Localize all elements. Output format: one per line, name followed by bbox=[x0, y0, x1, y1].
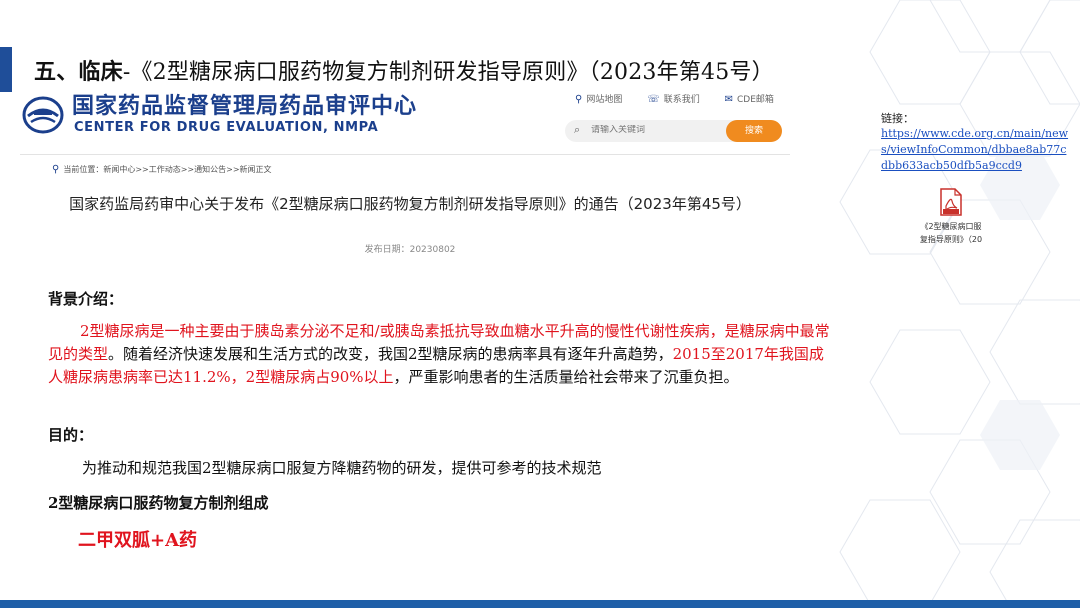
notice-title: 国家药监局药审中心关于发布《2型糖尿病口服药物复方制剂研发指导原则》的通告（20… bbox=[69, 195, 751, 213]
title-accent-bar bbox=[0, 47, 12, 92]
location-pin-icon: ⚲ bbox=[575, 94, 583, 105]
background-heading: 背景介绍： bbox=[48, 290, 124, 308]
search-box: ⌕ bbox=[565, 120, 751, 142]
sitemap-link[interactable]: ⚲ 网站地图 bbox=[575, 94, 622, 105]
search-button[interactable]: 搜索 bbox=[726, 120, 782, 142]
site-divider bbox=[20, 154, 790, 155]
search-input[interactable] bbox=[591, 125, 741, 135]
site-header: 国家药品监督管理局药品审评中心 CENTER FOR DRUG EVALUATI… bbox=[20, 86, 790, 146]
slide-title: 五、临床-《2型糖尿病口服药物复方制剂研发指导原则》（2023年第45号） bbox=[34, 54, 774, 86]
org-name-en: CENTER FOR DRUG EVALUATION, NMPA bbox=[74, 120, 379, 135]
background-paragraph: 2型糖尿病是一种主要由于胰岛素分泌不足和/或胰岛素抵抗导致血糖水平升高的慢性代谢… bbox=[48, 322, 830, 386]
footer-bar bbox=[0, 600, 1080, 608]
slide-title-rest: -《2型糖尿病口服药物复方制剂研发指导原则》（2023年第45号） bbox=[122, 60, 774, 85]
location-pin-icon: ⚲ bbox=[52, 164, 60, 175]
breadcrumb: ⚲ 当前位置：新闻中心>>工作动态>>通知公告>>新闻正文 bbox=[52, 164, 272, 175]
org-name-cn: 国家药品监督管理局药品审评中心 bbox=[72, 94, 418, 119]
pdf-icon[interactable] bbox=[938, 188, 964, 216]
mail-icon: ✉ bbox=[724, 94, 734, 105]
search-icon: ⌕ bbox=[574, 123, 581, 136]
publish-date: 发布日期：20230802 bbox=[364, 245, 456, 255]
contact-link[interactable]: ☏ 联系我们 bbox=[647, 94, 700, 105]
composition-formula: 二甲双胍+A药 bbox=[78, 530, 198, 551]
phone-icon: ☏ bbox=[647, 94, 660, 105]
composition-heading: 2型糖尿病口服药物复方制剂组成 bbox=[48, 494, 269, 512]
link-label: 链接： bbox=[881, 112, 914, 125]
top-links: ⚲ 网站地图 ☏ 联系我们 ✉ CDE邮箱 bbox=[575, 92, 796, 105]
slide-title-bold: 五、临床 bbox=[34, 59, 123, 85]
purpose-text: 为推动和规范我国2型糖尿病口服复方降糖药物的研发，提供可参考的技术规范 bbox=[82, 459, 602, 477]
cde-logo-icon bbox=[22, 96, 64, 134]
cde-website-screenshot: 国家药品监督管理局药品审评中心 CENTER FOR DRUG EVALUATI… bbox=[20, 86, 790, 256]
pdf-caption: 《2型糖尿病口服 复指导原则》（20 bbox=[919, 222, 983, 244]
cde-mail-link[interactable]: ✉ CDE邮箱 bbox=[724, 94, 774, 105]
purpose-heading: 目的： bbox=[48, 426, 94, 444]
source-url-link[interactable]: https://www.cde.org.cn/main/news/viewInf… bbox=[881, 126, 1071, 174]
